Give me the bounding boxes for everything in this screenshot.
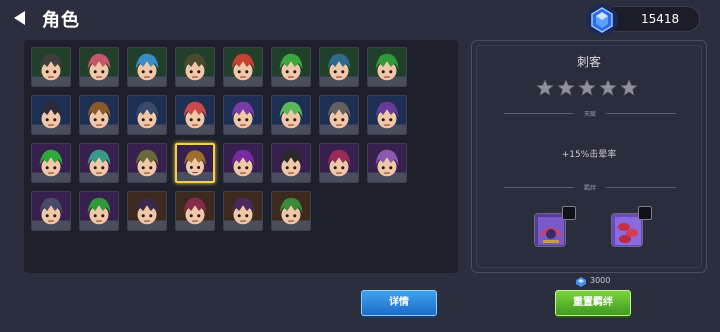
hero-portrait[interactable] [175,143,215,183]
page-title: 角色 [42,10,80,31]
hero-portrait[interactable] [31,47,71,87]
details-button[interactable]: 详情 [361,290,437,316]
talent-label: 天赋 [583,111,596,118]
hero-portrait[interactable] [127,95,167,135]
hero-portrait[interactable] [223,95,263,135]
hero-portrait[interactable] [79,191,119,231]
hero-portrait[interactable] [319,95,359,135]
hero-portrait[interactable] [271,95,311,135]
blue-gem-icon [586,4,618,36]
hero-portrait[interactable] [175,191,215,231]
reset-bond-button[interactable]: 重置羁绊 [555,290,631,316]
back-arrow-icon[interactable] [12,10,28,26]
hero-portrait[interactable] [319,143,359,183]
hero-portrait[interactable] [367,95,407,135]
hero-class-name: 刺客 [576,55,601,69]
hero-portrait[interactable] [367,143,407,183]
hero-portrait[interactable] [79,47,119,87]
talent-divider: 天赋 [504,109,676,118]
hero-portrait[interactable] [175,95,215,135]
hero-portrait[interactable] [175,47,215,87]
bond-checkbox[interactable] [638,206,652,220]
hero-portrait[interactable] [31,191,71,231]
gem-counter[interactable]: 15418 [586,4,700,36]
reset-cost: 3000 [590,276,611,285]
star-icon [620,79,638,96]
star-icon [536,79,554,96]
hero-roster-panel [24,40,458,273]
talent-bonus-text: +15%击晕率 [561,150,617,160]
hero-portrait[interactable] [319,47,359,87]
star-icon [599,79,617,96]
hero-portrait[interactable] [31,95,71,135]
hero-portrait[interactable] [271,191,311,231]
hero-portrait[interactable] [223,47,263,87]
star-icon [578,79,596,96]
hero-portrait[interactable] [223,191,263,231]
hero-detail-panel: 刺客 天赋 +15%击晕率 羁绊 [471,40,707,273]
bond-checkbox[interactable] [562,206,576,220]
hero-portrait[interactable] [127,191,167,231]
bond-label: 羁绊 [583,185,596,192]
hero-portrait[interactable] [223,143,263,183]
hero-portrait[interactable] [31,143,71,183]
gem-count: 15418 [641,12,680,26]
star-icon [557,79,575,96]
hero-portrait[interactable] [127,143,167,183]
hero-portrait[interactable] [79,95,119,135]
hero-portrait[interactable] [271,47,311,87]
hero-portrait[interactable] [79,143,119,183]
bond-divider: 羁绊 [504,183,676,192]
cost-gem-icon [576,277,586,287]
hero-portrait[interactable] [367,47,407,87]
hero-portrait[interactable] [127,47,167,87]
hero-portrait[interactable] [271,143,311,183]
